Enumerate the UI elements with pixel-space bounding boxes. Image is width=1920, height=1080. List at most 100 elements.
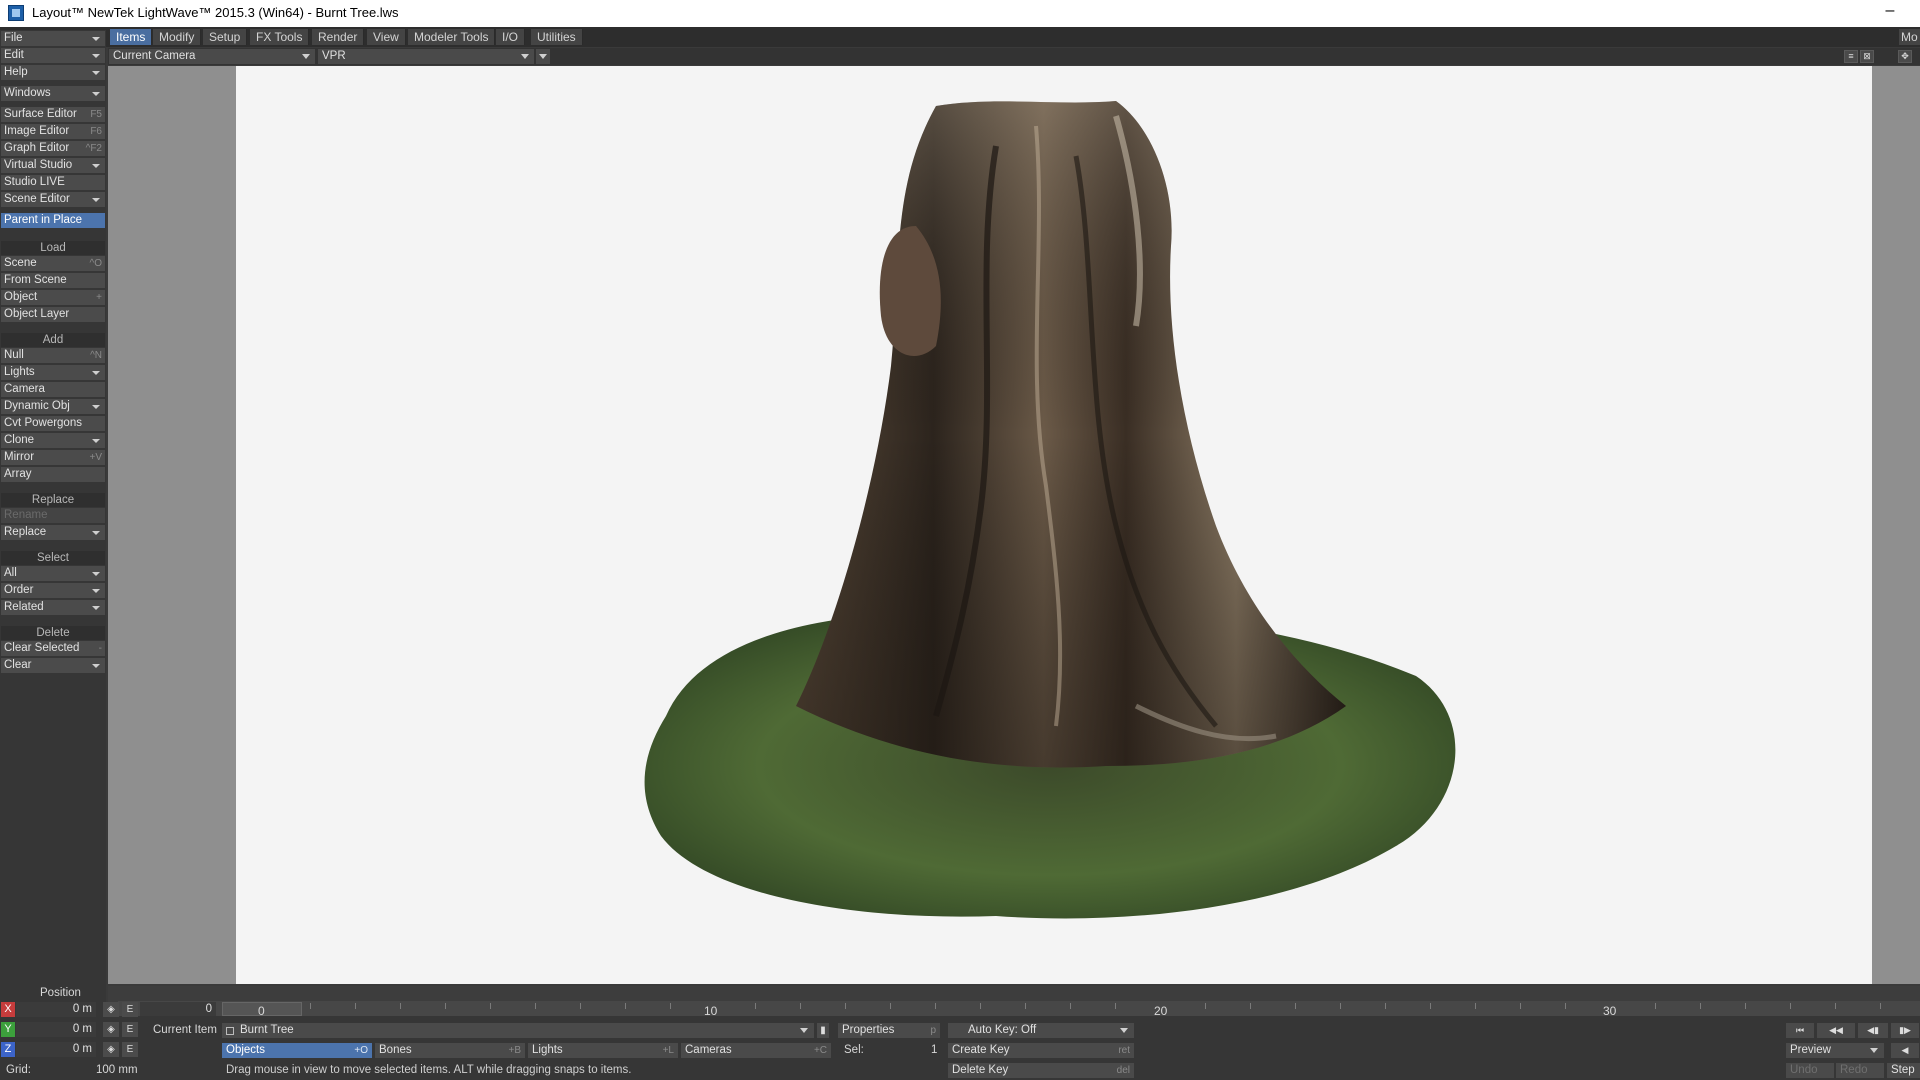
studio-live-button[interactable]: Studio LIVE: [1, 175, 105, 190]
objects-filter-button[interactable]: Objects +O: [222, 1043, 372, 1058]
chevron-down-icon: [800, 1028, 808, 1033]
tab-modify[interactable]: Modify: [153, 29, 202, 45]
cameras-filter-button[interactable]: Cameras +C: [681, 1043, 831, 1058]
add-lights-menu[interactable]: Lights: [1, 365, 105, 380]
y-arrows-icon[interactable]: ◈: [103, 1022, 119, 1037]
add-dynamic-obj-menu[interactable]: Dynamic Obj: [1, 399, 105, 414]
scene-editor-menu[interactable]: Scene Editor: [1, 192, 105, 207]
select-all-menu[interactable]: All: [1, 566, 105, 581]
play-backward-icon[interactable]: ◀◀: [1817, 1023, 1855, 1038]
cvt-powergons-button[interactable]: Cvt Powergons: [1, 416, 105, 431]
delete-key-button[interactable]: Delete Key del: [948, 1063, 1134, 1078]
create-key-button[interactable]: Create Key ret: [948, 1043, 1134, 1058]
viewport-maximize-icon[interactable]: ⊠: [1860, 50, 1874, 63]
current-item-label: Current Item: [153, 1024, 217, 1036]
clone-menu[interactable]: Clone: [1, 433, 105, 448]
chevron-down-icon: [92, 589, 100, 593]
viewport-render-mode-select[interactable]: VPR: [318, 49, 534, 64]
tab-modeler-tools[interactable]: Modeler Tools: [408, 29, 496, 45]
tab-utilities[interactable]: Utilities: [531, 29, 583, 45]
replace-section-header: Replace: [1, 493, 105, 507]
tab-view[interactable]: View: [367, 29, 406, 45]
tab-mo[interactable]: Mo: [1899, 29, 1920, 45]
tab-setup[interactable]: Setup: [203, 29, 248, 45]
add-null-button[interactable]: Null ^N: [1, 348, 105, 363]
viewport-move-icon[interactable]: ✥: [1898, 50, 1912, 63]
app-icon: [8, 5, 24, 21]
select-order-menu[interactable]: Order: [1, 583, 105, 598]
windows-menu[interactable]: Windows: [1, 86, 105, 101]
tab-io[interactable]: I/O: [496, 29, 526, 45]
graph-editor-button[interactable]: Graph Editor ^F2: [1, 141, 105, 156]
undo-button[interactable]: Undo: [1786, 1063, 1834, 1078]
image-editor-button[interactable]: Image Editor F6: [1, 124, 105, 139]
mirror-button[interactable]: Mirror +V: [1, 450, 105, 465]
timeline-track[interactable]: [118, 1001, 1920, 1017]
object-icon: [226, 1027, 234, 1035]
properties-button[interactable]: Properties p: [838, 1023, 940, 1038]
delete-section-header: Delete: [1, 626, 105, 640]
array-button[interactable]: Array: [1, 467, 105, 482]
clear-menu[interactable]: Clear: [1, 658, 105, 673]
chevron-down-icon: [92, 572, 100, 576]
clear-selected-button[interactable]: Clear Selected -: [1, 641, 105, 656]
play-reverse-icon[interactable]: ◀: [1891, 1043, 1919, 1058]
edit-menu[interactable]: Edit: [1, 48, 105, 63]
step-button[interactable]: Step: [1887, 1063, 1920, 1078]
go-to-start-icon[interactable]: ⏮: [1786, 1023, 1814, 1038]
y-envelope-button[interactable]: E: [122, 1022, 138, 1037]
file-menu[interactable]: File: [1, 31, 105, 46]
y-axis-toggle[interactable]: Y: [1, 1022, 15, 1037]
load-scene-button[interactable]: Scene ^O: [1, 256, 105, 271]
auto-key-select[interactable]: Auto Key: Off: [948, 1023, 1134, 1038]
viewport-list-icon[interactable]: ≡: [1844, 50, 1858, 63]
surface-editor-button[interactable]: Surface Editor F5: [1, 107, 105, 122]
bones-filter-button[interactable]: Bones +B: [375, 1043, 525, 1058]
burnt-tree-render: [644, 101, 1456, 919]
x-position-field[interactable]: 0 m: [16, 1002, 96, 1017]
grid-value[interactable]: 100 mm: [96, 1063, 138, 1078]
x-arrows-icon[interactable]: ◈: [103, 1002, 119, 1017]
tab-render[interactable]: Render: [312, 29, 365, 45]
add-camera-button[interactable]: Camera: [1, 382, 105, 397]
status-message: Drag mouse in view to move selected item…: [226, 1064, 632, 1076]
virtual-studio-menu[interactable]: Virtual Studio: [1, 158, 105, 173]
viewport-camera-select[interactable]: Current Camera: [109, 49, 315, 64]
x-envelope-button[interactable]: E: [122, 1002, 138, 1017]
redo-button[interactable]: Redo: [1836, 1063, 1884, 1078]
parent-in-place-button[interactable]: Parent in Place: [1, 213, 105, 228]
minimize-button[interactable]: –: [1866, 0, 1914, 27]
help-menu[interactable]: Help: [1, 65, 105, 80]
current-item-select[interactable]: Burnt Tree: [222, 1023, 814, 1038]
tab-items[interactable]: Items: [110, 29, 153, 45]
chevron-down-icon: [92, 531, 100, 535]
tab-fx-tools[interactable]: FX Tools: [250, 29, 310, 45]
chevron-down-icon: [92, 606, 100, 610]
chevron-down-icon: [539, 54, 547, 59]
replace-menu[interactable]: Replace: [1, 525, 105, 540]
load-object-layer-button[interactable]: Object Layer: [1, 307, 105, 322]
step-back-icon[interactable]: ◀▮: [1858, 1023, 1888, 1038]
load-object-button[interactable]: Object +: [1, 290, 105, 305]
chevron-down-icon: [92, 439, 100, 443]
preview-select[interactable]: Preview: [1786, 1043, 1884, 1058]
z-axis-toggle[interactable]: Z: [1, 1042, 15, 1057]
z-envelope-button[interactable]: E: [122, 1042, 138, 1057]
rename-button[interactable]: Rename: [1, 508, 105, 523]
y-position-field[interactable]: 0 m: [16, 1022, 96, 1037]
vpr-render-area[interactable]: [236, 66, 1872, 984]
selection-count-label: Sel:: [844, 1044, 864, 1056]
load-from-scene-button[interactable]: From Scene: [1, 273, 105, 288]
chevron-down-icon: [92, 405, 100, 409]
z-position-field[interactable]: 0 m: [16, 1042, 96, 1057]
current-frame-field[interactable]: 0: [140, 1002, 216, 1016]
lights-filter-button[interactable]: Lights +L: [528, 1043, 678, 1058]
item-info-icon[interactable]: ▮: [817, 1023, 829, 1038]
x-axis-toggle[interactable]: X: [1, 1002, 15, 1017]
chevron-down-icon: [92, 164, 100, 168]
z-arrows-icon[interactable]: ◈: [103, 1042, 119, 1057]
chevron-down-icon: [521, 54, 529, 59]
step-forward-icon[interactable]: ▮▶: [1891, 1023, 1919, 1038]
viewport-options-dropdown[interactable]: [536, 49, 550, 64]
select-related-menu[interactable]: Related: [1, 600, 105, 615]
